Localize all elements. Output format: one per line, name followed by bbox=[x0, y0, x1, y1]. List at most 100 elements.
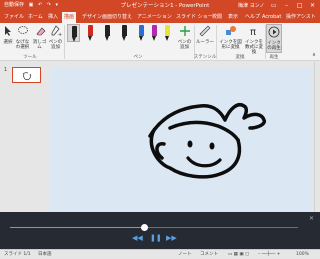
tab-file[interactable]: ファイル bbox=[2, 12, 26, 23]
pen-tip bbox=[139, 36, 143, 41]
pen-tip bbox=[72, 37, 76, 42]
minimize-icon[interactable]: – bbox=[281, 0, 292, 12]
window-title: プレゼンテーション1 - PowerPoint bbox=[120, 3, 210, 9]
zoom-level[interactable]: 100% bbox=[296, 250, 309, 259]
left-eye bbox=[187, 140, 193, 148]
tab-view[interactable]: 表示 bbox=[226, 12, 240, 23]
zoom-slider[interactable]: – ──┼── + bbox=[258, 250, 280, 259]
status-bar: スライド 1/1 日本語 ノート コメント ▭ ▦ ▣ ▢ – ──┼── + … bbox=[0, 249, 320, 259]
comments-button[interactable]: コメント bbox=[200, 250, 218, 259]
pen-black-selected[interactable] bbox=[67, 24, 80, 42]
add-pen-button[interactable]: ペンの追加 bbox=[176, 25, 193, 50]
tab-animations[interactable]: アニメーション bbox=[135, 12, 174, 23]
pen-tip bbox=[165, 36, 169, 41]
lasso-button[interactable]: なげなわ選択 bbox=[15, 25, 30, 50]
pen-purple[interactable] bbox=[148, 24, 161, 42]
slide-editing-area bbox=[44, 62, 314, 214]
cursor-icon bbox=[2, 25, 14, 39]
replay-group-label: 再生 bbox=[269, 55, 279, 60]
lasso-label: なげなわ選択 bbox=[15, 40, 30, 50]
group-divider bbox=[64, 25, 65, 59]
add-pen-label: ペンの追加 bbox=[177, 40, 192, 50]
pen-body bbox=[122, 25, 127, 36]
tab-review[interactable]: 校閲 bbox=[210, 12, 224, 23]
close-icon[interactable]: ✕ bbox=[307, 0, 318, 12]
slide-canvas[interactable] bbox=[50, 68, 312, 214]
redo-icon[interactable]: ↷ bbox=[47, 1, 51, 10]
tab-tell-me[interactable]: 操作アシスト bbox=[284, 12, 318, 23]
eraser-label: 消しゴム bbox=[32, 40, 47, 50]
slide-indicator: スライド 1/1 bbox=[4, 252, 31, 257]
replay-icon bbox=[267, 26, 281, 40]
lasso-icon bbox=[15, 25, 30, 39]
add-pen-small-label: ペンの追加 bbox=[48, 40, 63, 50]
tab-acrobat[interactable]: Acrobat bbox=[260, 12, 283, 23]
pen-black-3[interactable] bbox=[118, 24, 131, 42]
user-name[interactable]: 梅津 ヨンノ bbox=[238, 0, 264, 12]
ink-to-math-button[interactable]: π インクを数式に変換 bbox=[244, 25, 264, 55]
quick-access-toolbar: 自動保存 ▣ ↶ ↷ ▾ bbox=[4, 1, 61, 10]
ink-to-shape-label: インクを図形に変換 bbox=[219, 40, 242, 50]
ruler-button[interactable]: ルーラー bbox=[196, 25, 214, 45]
tab-insert[interactable]: 挿入 bbox=[46, 12, 60, 23]
notes-button[interactable]: ノート bbox=[178, 250, 192, 259]
pen-body bbox=[72, 26, 77, 37]
tools-group-label: ツール bbox=[23, 55, 37, 60]
select-label: 選択 bbox=[3, 40, 13, 45]
eraser-button[interactable]: 消しゴム bbox=[31, 25, 48, 50]
svg-text:π: π bbox=[250, 27, 256, 37]
slide-number: 1 bbox=[4, 67, 8, 73]
tab-transitions[interactable]: 画面切り替え bbox=[100, 12, 134, 23]
autosave-toggle[interactable]: 自動保存 bbox=[4, 1, 24, 10]
pen-tip bbox=[88, 36, 92, 41]
pause-icon[interactable]: ❚❚ bbox=[150, 234, 162, 242]
close-replay-icon[interactable]: ✕ bbox=[309, 215, 314, 222]
pen-black-2[interactable] bbox=[101, 24, 114, 42]
ribbon-tabs: ファイル ホーム 挿入 描画 デザイン 画面切り替え アニメーション スライド … bbox=[0, 12, 320, 23]
tab-slideshow[interactable]: スライド ショー bbox=[174, 12, 215, 23]
ink-to-shape-button[interactable]: インクを図形に変換 bbox=[218, 25, 243, 50]
rewind-icon[interactable]: ◀◀ bbox=[132, 234, 143, 242]
window-controls: ▭ – □ ✕ bbox=[268, 0, 318, 12]
thumbnail-face-drawing bbox=[22, 72, 31, 81]
undo-icon[interactable]: ↶ bbox=[38, 1, 42, 10]
pen-red[interactable] bbox=[84, 24, 97, 42]
pen-blue[interactable] bbox=[135, 24, 148, 42]
powerpoint-window: 自動保存 ▣ ↶ ↷ ▾ プレゼンテーション1 - PowerPoint 梅津 … bbox=[0, 0, 320, 259]
right-eye bbox=[209, 142, 215, 150]
shapes-icon bbox=[218, 25, 243, 39]
math-icon: π bbox=[244, 25, 264, 39]
title-bar: 自動保存 ▣ ↶ ↷ ▾ プレゼンテーション1 - PowerPoint 梅津 … bbox=[0, 0, 320, 12]
svg-text:+: + bbox=[58, 32, 62, 37]
pen-tip bbox=[122, 36, 126, 41]
collapse-ribbon-icon[interactable]: ∧ bbox=[310, 53, 318, 58]
convert-group-label: 変換 bbox=[235, 55, 245, 60]
replay-progress-fill bbox=[10, 227, 144, 228]
pen-tip bbox=[105, 36, 109, 41]
view-buttons[interactable]: ▭ ▦ ▣ ▢ bbox=[228, 250, 249, 259]
replay-scrubber-handle[interactable] bbox=[141, 224, 148, 231]
tab-draw[interactable]: 描画 bbox=[62, 12, 77, 23]
language-indicator[interactable]: 日本語 bbox=[38, 250, 52, 259]
slide-thumbnail[interactable] bbox=[12, 67, 41, 83]
ruler-label: ルーラー bbox=[196, 40, 214, 45]
select-button[interactable]: 選択 bbox=[2, 25, 14, 45]
pen-tip bbox=[152, 36, 156, 41]
ink-to-math-label: インクを数式に変換 bbox=[245, 40, 263, 55]
add-pen-plus-icon bbox=[176, 25, 193, 39]
save-icon[interactable]: ▣ bbox=[29, 1, 34, 10]
vertical-scrollbar[interactable] bbox=[314, 62, 320, 214]
ribbon-display-icon[interactable]: ▭ bbox=[268, 0, 279, 12]
pens-group-label: ペン bbox=[133, 55, 143, 60]
ribbon-draw: 選択 なげなわ選択 消しゴム + ペンの追加 ツール ペン ペンの追加 ルーラー… bbox=[0, 23, 320, 61]
maximize-icon[interactable]: □ bbox=[294, 0, 305, 12]
tab-home[interactable]: ホーム bbox=[26, 12, 45, 23]
add-pen-small-button[interactable]: + ペンの追加 bbox=[48, 25, 63, 50]
eraser-icon bbox=[31, 25, 48, 39]
ink-face-drawing bbox=[148, 103, 267, 179]
forward-icon[interactable]: ▶▶ bbox=[166, 234, 177, 242]
add-pen-icon: + bbox=[48, 25, 63, 39]
ink-replay-button[interactable]: インクの再生 bbox=[266, 24, 282, 53]
highlighter-yellow[interactable] bbox=[161, 24, 174, 42]
customize-icon[interactable]: ▾ bbox=[56, 1, 59, 10]
